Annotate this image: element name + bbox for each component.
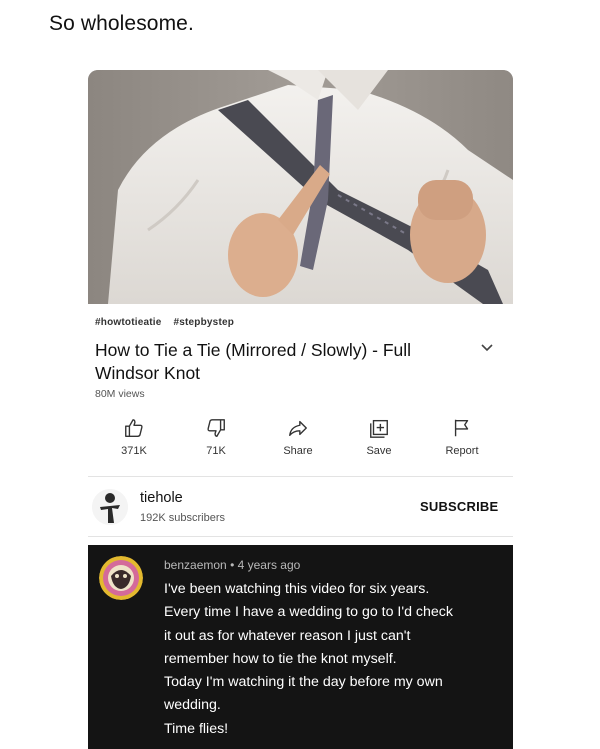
thumbnail-image	[88, 70, 513, 304]
divider	[88, 476, 513, 477]
report-button[interactable]: Report	[440, 417, 484, 457]
hashtag-link[interactable]: #howtotieatie	[95, 317, 162, 328]
dislike-button[interactable]: 71K	[196, 417, 236, 457]
share-label: Share	[283, 445, 313, 457]
comment-line: Today I'm watching it the day before my …	[164, 674, 443, 691]
comment-meta: benzaemon • 4 years ago	[164, 558, 300, 572]
commenter-avatar-image	[99, 556, 143, 600]
subscriber-count: 192K subscribers	[140, 512, 225, 524]
share-icon	[289, 420, 307, 437]
video-thumbnail[interactable]	[88, 70, 513, 304]
save-button[interactable]: Save	[359, 417, 399, 457]
thumbs-down-icon	[207, 419, 225, 437]
share-button[interactable]: Share	[278, 417, 318, 457]
expand-description-button[interactable]	[480, 341, 494, 360]
comment-age: 4 years ago	[237, 558, 301, 572]
hashtag-link[interactable]: #stepbystep	[173, 317, 234, 328]
chevron-down-icon	[481, 344, 493, 352]
commenter-avatar[interactable]	[99, 556, 143, 600]
post-caption: So wholesome.	[49, 12, 194, 35]
comment-line: Time flies!	[164, 720, 229, 737]
channel-avatar[interactable]	[92, 489, 128, 525]
dislike-count: 71K	[206, 445, 226, 457]
comment-line: I've been watching this video for six ye…	[164, 581, 430, 597]
comment-line: Every time I have a wedding to go to I'd…	[164, 604, 453, 621]
like-count: 371K	[121, 445, 147, 457]
comment-line: remember how to tie the knot myself.	[164, 650, 397, 667]
comment-text: I've been watching this video for six ye…	[164, 578, 504, 741]
subscribe-button[interactable]: SUBSCRIBE	[420, 499, 498, 514]
view-count: 80M views	[95, 388, 145, 400]
meta-separator: •	[230, 558, 235, 572]
report-label: Report	[445, 445, 479, 457]
video-title: How to Tie a Tie (Mirrored / Slowly) - F…	[95, 340, 412, 383]
like-button[interactable]: 371K	[114, 417, 154, 457]
save-label: Save	[366, 445, 392, 457]
comment-line: it out as for whatever reason I just can…	[164, 627, 411, 644]
channel-avatar-image	[92, 489, 128, 525]
save-playlist-icon	[370, 419, 388, 438]
flag-icon	[454, 419, 469, 437]
comment-author[interactable]: benzaemon	[164, 558, 227, 572]
hashtags: #howtotieatie #stepbystep	[95, 317, 243, 328]
comment-line: wedding.	[164, 697, 221, 714]
channel-name[interactable]: tiehole	[140, 490, 183, 506]
divider	[88, 536, 513, 537]
thumbs-up-icon	[125, 419, 143, 437]
